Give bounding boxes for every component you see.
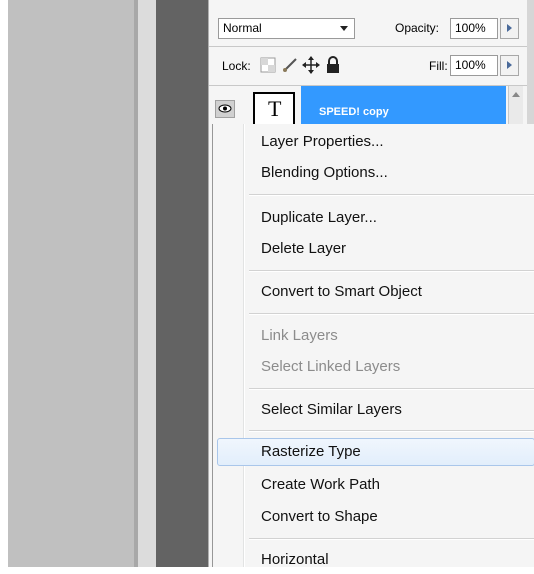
lock-brush-icon[interactable]	[281, 56, 299, 74]
menu-item-horizontal[interactable]: Horizontal	[217, 546, 534, 574]
blend-mode-select[interactable]: Normal	[218, 18, 355, 39]
workspace-background	[156, 0, 208, 567]
lock-all-icon[interactable]	[326, 56, 340, 74]
fill-slider-button[interactable]	[500, 55, 519, 76]
layer-name: SPEED! copy	[319, 106, 389, 118]
fill-input[interactable]: 100%	[450, 55, 498, 76]
menu-separator	[249, 313, 534, 315]
lock-transparent-icon[interactable]	[260, 57, 276, 73]
layer-selection-highlight[interactable]: SPEED! copy	[301, 86, 506, 126]
lock-fill-row: Lock: Fill: 100%	[209, 47, 527, 86]
type-layer-icon: T	[268, 96, 282, 121]
menu-item-select-similar-layers[interactable]: Select Similar Layers	[217, 396, 534, 424]
opacity-slider-button[interactable]	[500, 18, 519, 39]
canvas-gap	[138, 0, 156, 567]
dropdown-arrow-icon	[340, 26, 348, 31]
menu-separator	[249, 538, 534, 540]
menu-separator	[249, 270, 534, 272]
menu-separator	[249, 388, 534, 390]
lock-move-icon[interactable]	[302, 56, 320, 74]
menu-item-convert-to-smart-object[interactable]: Convert to Smart Object	[217, 278, 534, 306]
visibility-toggle[interactable]	[215, 100, 235, 118]
context-menu: Layer Properties... Blending Options... …	[212, 124, 534, 568]
menu-item-delete-layer[interactable]: Delete Layer	[217, 235, 534, 263]
menu-item-blending-options[interactable]: Blending Options...	[217, 159, 534, 187]
menu-item-convert-to-shape[interactable]: Convert to Shape	[217, 503, 534, 531]
blend-opacity-row: Normal Opacity: 100%	[209, 8, 527, 47]
menu-item-select-linked-layers: Select Linked Layers	[261, 358, 401, 375]
fill-label: Fill:	[429, 59, 448, 73]
menu-item-link-layers: Link Layers	[261, 327, 338, 344]
menu-item-rasterize-type[interactable]: Rasterize Type	[217, 438, 534, 466]
document-canvas[interactable]	[8, 0, 134, 567]
menu-item-create-work-path[interactable]: Create Work Path	[217, 471, 534, 499]
lock-label: Lock:	[222, 59, 251, 73]
menu-separator	[249, 430, 534, 432]
blend-mode-value: Normal	[223, 21, 262, 35]
layer-thumbnail: T	[253, 92, 295, 126]
opacity-label: Opacity:	[395, 21, 440, 35]
window-edge	[0, 0, 8, 567]
menu-item-layer-properties[interactable]: Layer Properties...	[217, 128, 534, 156]
menu-item-duplicate-layer[interactable]: Duplicate Layer...	[217, 204, 534, 232]
menu-separator	[249, 194, 534, 196]
eye-icon	[218, 104, 232, 113]
opacity-input[interactable]: 100%	[450, 18, 498, 39]
layer-row[interactable]: T SPEED! copy	[209, 86, 527, 126]
layers-scrollbar[interactable]	[508, 86, 523, 126]
